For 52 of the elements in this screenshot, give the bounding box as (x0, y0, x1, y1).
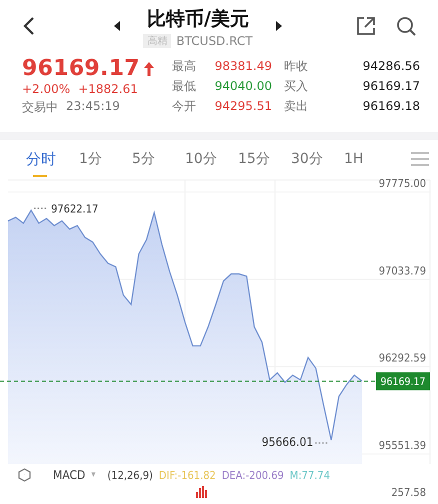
ref-line-label: 96169.17 (380, 376, 426, 388)
period-tab[interactable]: 15分 (238, 140, 291, 178)
current-price-tag: 96169.17 (376, 372, 430, 390)
axis-label: 97775.00 (378, 178, 426, 190)
search-icon[interactable] (396, 16, 416, 36)
indicator-name[interactable]: MACD (53, 468, 86, 482)
change-amount: +1882.61 (78, 82, 138, 96)
axis-label: 97033.79 (378, 264, 426, 278)
period-tab[interactable]: 10分 (185, 140, 238, 178)
indicator-value: DEA:-200.69 (222, 468, 284, 482)
annotation-label: 95666.01 (262, 435, 314, 450)
stat-value: 94295.51 (214, 99, 272, 113)
period-tab[interactable]: 30分 (291, 140, 344, 178)
share-icon[interactable] (356, 16, 376, 36)
hexagon-icon[interactable] (18, 468, 31, 482)
stat-value: 94040.00 (214, 79, 272, 93)
period-tab[interactable]: 5分 (132, 140, 185, 178)
axis-label: 95551.39 (378, 439, 426, 452)
stat-label: 昨收 (284, 58, 309, 74)
histogram-drawing (196, 486, 210, 498)
trading-status: 交易中 (22, 99, 58, 116)
indicator-value: DIF:-161.82 (158, 468, 216, 482)
period-tab[interactable]: 分时 (26, 140, 79, 178)
axis-label: 96292.59 (378, 352, 426, 365)
stat-label: 最高 (172, 58, 197, 74)
menu-icon[interactable] (411, 152, 429, 166)
period-tab[interactable]: 1分 (79, 140, 132, 178)
back-icon[interactable] (22, 16, 36, 36)
stat-label: 最低 (172, 78, 197, 94)
window-title: 比特币/美元 (147, 7, 249, 32)
leader-line (314, 442, 329, 444)
period-tab[interactable]: 1H (344, 140, 397, 178)
stat-label: 买入 (284, 78, 309, 94)
stat-value: 94286.56 (362, 59, 420, 73)
previous-icon[interactable] (114, 21, 120, 31)
stat-value: 96169.17 (362, 79, 420, 93)
arrow-up-icon (144, 62, 154, 76)
annotation-label: 97622.17 (51, 202, 98, 216)
axis-label: 257.58 (391, 486, 426, 499)
stat-label: 今开 (172, 98, 197, 114)
next-icon[interactable] (276, 21, 282, 31)
symbol-code: BTCUSD.RCT (176, 34, 253, 48)
stat-label: 卖出 (284, 98, 309, 114)
indicator-value: M:77.74 (290, 468, 330, 482)
quote-time: 23:45:19 (66, 99, 120, 115)
stat-value: 98381.49 (214, 59, 272, 73)
leader-line (34, 208, 49, 209)
last-price: 96169.17 (22, 56, 140, 81)
indicator-params: (12,26,9) (107, 468, 153, 482)
stat-value: 96169.18 (362, 99, 420, 113)
dropdown-caret[interactable]: ▾ (91, 470, 96, 480)
change-percent: +2.00% (22, 82, 70, 96)
